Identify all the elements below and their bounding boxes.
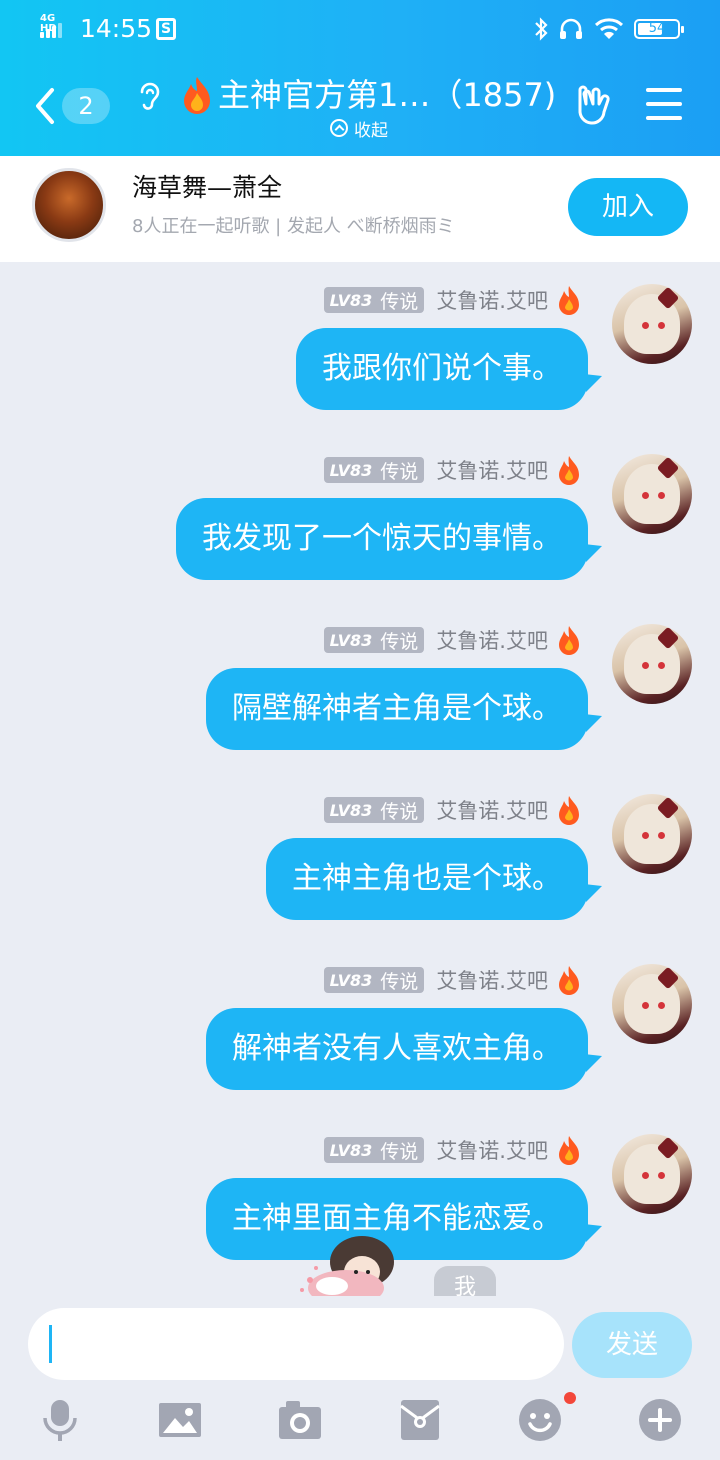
level-badge: LV83 传说 <box>323 797 425 823</box>
listen-subtitle: 8人正在一起听歌 | 发起人 べ断桥烟雨ミ <box>132 216 455 237</box>
bluetooth-icon <box>535 17 548 41</box>
sender-row: LV83 传说 艾鲁诺.艾吧 <box>323 1134 582 1166</box>
sender-avatar[interactable] <box>612 624 692 704</box>
message-input[interactable] <box>28 1308 564 1380</box>
level-badge: LV83 传说 <box>323 457 425 483</box>
back-icon[interactable] <box>30 84 60 128</box>
menu-icon[interactable] <box>646 88 682 120</box>
sender-row: LV83 传说 艾鲁诺.艾吧 <box>323 794 582 826</box>
sender-avatar[interactable] <box>612 964 692 1044</box>
sender-row: LV83 传说 艾鲁诺.艾吧 <box>323 964 582 996</box>
song-title: 海草舞—萧全 <box>132 173 283 202</box>
sender-name[interactable]: 艾鲁诺.艾吧 <box>436 1135 548 1165</box>
level-title: 传说 <box>380 630 419 653</box>
camera-icon[interactable] <box>278 1398 322 1442</box>
sender-name[interactable]: 艾鲁诺.艾吧 <box>436 455 548 485</box>
text-caret <box>49 1325 52 1363</box>
status-time: 14:55 <box>80 14 153 43</box>
emoji-icon[interactable] <box>518 1398 562 1442</box>
level-badge: LV83 传说 <box>323 967 425 993</box>
join-button[interactable]: 加入 <box>568 178 688 236</box>
battery-icon: 54 <box>634 19 684 39</box>
fire-icon <box>559 456 579 485</box>
notification-s-icon: S <box>156 18 176 40</box>
level-value: LV83 <box>329 290 373 310</box>
message-bubble[interactable]: 我发现了一个惊天的事情。 <box>176 498 588 580</box>
collapse-icon <box>330 119 348 137</box>
plus-icon[interactable] <box>638 1398 682 1442</box>
bubble-tail <box>584 714 602 732</box>
sender-avatar[interactable] <box>612 284 692 364</box>
sender-row: LV83 传说 艾鲁诺.艾吧 <box>323 454 582 486</box>
message-item: LV83 传说 艾鲁诺.艾吧 隔壁解神者主角是个球。 <box>0 624 720 794</box>
level-title: 传说 <box>380 290 419 313</box>
sender-name[interactable]: 艾鲁诺.艾吧 <box>436 795 548 825</box>
bubble-tail <box>584 544 602 562</box>
level-value: LV83 <box>329 970 373 990</box>
collapse-toggle[interactable]: 收起 <box>330 116 388 141</box>
status-bar: 4G HD 14:55 S 54 <box>0 0 720 58</box>
headphones-icon <box>560 18 582 39</box>
unread-count-badge[interactable]: 2 <box>62 88 110 124</box>
red-packet-icon[interactable] <box>398 1398 442 1442</box>
level-value: LV83 <box>329 800 373 820</box>
level-badge: LV83 传说 <box>323 627 425 653</box>
sender-avatar[interactable] <box>612 1134 692 1214</box>
message-bubble[interactable]: 解神者没有人喜欢主角。 <box>206 1008 588 1090</box>
sender-name[interactable]: 艾鲁诺.艾吧 <box>436 285 548 315</box>
signal-icon: 4G HD <box>40 14 70 38</box>
bubble-tail <box>584 1054 602 1072</box>
level-value: LV83 <box>329 1140 373 1160</box>
sender-row: LV83 传说 艾鲁诺.艾吧 <box>323 624 582 656</box>
collapse-label: 收起 <box>354 120 388 141</box>
level-value: LV83 <box>329 460 373 480</box>
fire-icon <box>559 626 579 655</box>
level-badge: LV83 传说 <box>323 287 425 313</box>
fire-icon <box>559 286 579 315</box>
level-title: 传说 <box>380 1140 419 1163</box>
fire-icon <box>559 796 579 825</box>
message-bubble[interactable]: 主神主角也是个球。 <box>266 838 588 920</box>
image-icon[interactable] <box>158 1398 202 1442</box>
level-title: 传说 <box>380 460 419 483</box>
hand-gesture-icon[interactable] <box>572 82 614 126</box>
level-badge: LV83 传说 <box>323 1137 425 1163</box>
ear-icon[interactable] <box>136 80 164 112</box>
battery-level: 54 <box>648 21 666 36</box>
sender-avatar[interactable] <box>612 454 692 534</box>
song-cover-avatar[interactable] <box>32 168 106 242</box>
chat-title: 主神官方第1…（1857) <box>218 76 557 114</box>
fire-icon <box>559 966 579 995</box>
bubble-tail <box>584 884 602 902</box>
fire-icon <box>184 77 210 114</box>
message-item: LV83 传说 艾鲁诺.艾吧 我跟你们说个事。 <box>0 284 720 454</box>
wifi-icon <box>594 18 624 39</box>
sender-row: LV83 传说 艾鲁诺.艾吧 <box>323 284 582 316</box>
chat-header: 4G HD 14:55 S 54 2 主神官方第1…（1857) 收起 <box>0 0 720 156</box>
send-button[interactable]: 发送 <box>572 1312 692 1378</box>
message-item: LV83 传说 艾鲁诺.艾吧 主神主角也是个球。 <box>0 794 720 964</box>
level-title: 传说 <box>380 970 419 993</box>
microphone-icon[interactable] <box>38 1398 82 1442</box>
status-icons: 54 <box>534 16 684 42</box>
level-value: LV83 <box>329 630 373 650</box>
sender-name[interactable]: 艾鲁诺.艾吧 <box>436 625 548 655</box>
level-title: 传说 <box>380 800 419 823</box>
bubble-tail <box>584 1224 602 1242</box>
message-bubble[interactable]: 我跟你们说个事。 <box>296 328 588 410</box>
new-indicator-dot <box>564 1392 576 1404</box>
sender-name[interactable]: 艾鲁诺.艾吧 <box>436 965 548 995</box>
fire-icon <box>559 1136 579 1165</box>
message-item: LV83 传说 艾鲁诺.艾吧 我发现了一个惊天的事情。 <box>0 454 720 624</box>
chat-title-area[interactable]: 主神官方第1…（1857) <box>180 72 560 118</box>
bubble-tail <box>584 374 602 392</box>
sender-avatar[interactable] <box>612 794 692 874</box>
message-bubble[interactable]: 隔壁解神者主角是个球。 <box>206 668 588 750</box>
message-item: LV83 传说 艾鲁诺.艾吧 解神者没有人喜欢主角。 <box>0 964 720 1134</box>
